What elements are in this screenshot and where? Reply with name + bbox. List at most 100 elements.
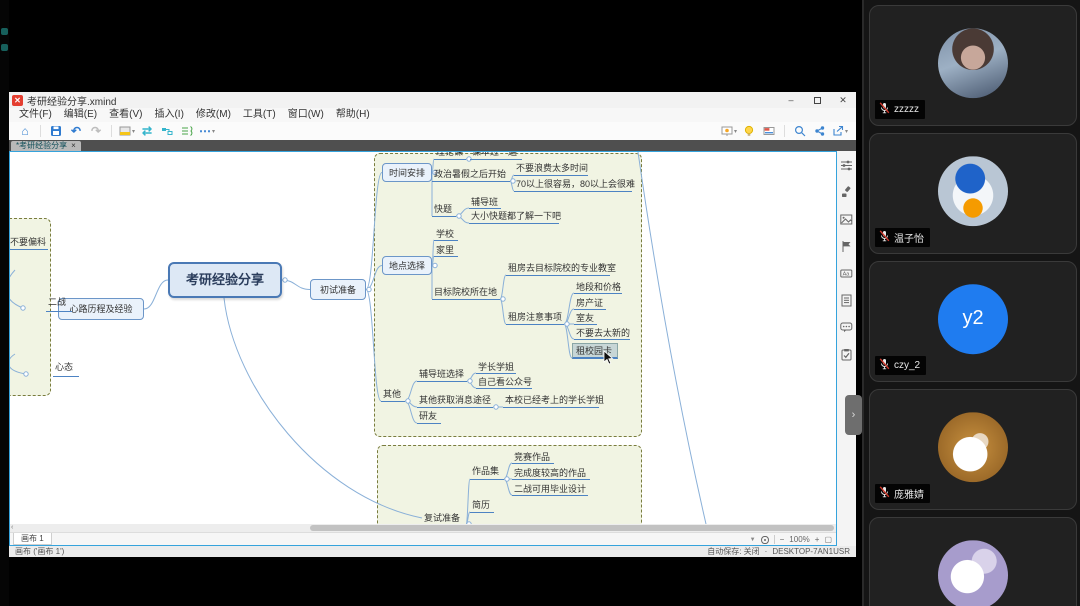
mindmap-topic[interactable]: 自己看公众号: [476, 376, 532, 389]
mindmap-topic[interactable]: 学校: [434, 228, 458, 241]
mindmap-topic[interactable]: 时间安排: [382, 163, 432, 182]
zoom-out-button[interactable]: −: [780, 535, 785, 544]
mic-muted-icon: [879, 358, 890, 373]
tab-close-icon[interactable]: ×: [71, 141, 76, 150]
mindmap-topic[interactable]: 租房注意事项: [506, 311, 564, 325]
sheet-tab[interactable]: 画布 1: [13, 533, 52, 545]
zoom-in-button[interactable]: +: [815, 535, 820, 544]
mindmap-topic[interactable]: 70以上很容易，80以上会很难: [514, 178, 635, 192]
scrollbar-thumb[interactable]: [310, 525, 834, 531]
mindmap-topic[interactable]: 辅导班选择: [417, 368, 467, 382]
save-icon[interactable]: [47, 123, 65, 139]
mindmap-topic[interactable]: 家里: [434, 244, 458, 257]
mindmap-topic[interactable]: 不要浪费太多时间: [514, 162, 588, 176]
menu-item[interactable]: 工具(T): [237, 108, 282, 122]
device-name: DESKTOP-7AN1USR: [772, 547, 850, 556]
marker-icon[interactable]: [840, 240, 853, 253]
mindmap-topic[interactable]: 作品集: [470, 465, 504, 480]
mindmap-topic[interactable]: 房产证: [574, 297, 606, 310]
sheet-icon[interactable]: ▾: [118, 123, 136, 139]
format-painter-icon[interactable]: [840, 186, 853, 199]
mindmap-topic[interactable]: 辅导班: [469, 196, 501, 209]
mindmap-topic[interactable]: 学长学姐: [476, 361, 516, 374]
menu-item[interactable]: 修改(M): [190, 108, 237, 122]
participant-tile[interactable]: 温子怡: [869, 133, 1077, 254]
menu-item[interactable]: 插入(I): [148, 108, 189, 122]
structure-icon[interactable]: ⇄: [138, 123, 156, 139]
mindmap-topic[interactable]: 地点选择: [382, 256, 432, 275]
task-icon[interactable]: [840, 348, 853, 361]
scroll-left-arrow[interactable]: ‹: [11, 524, 13, 532]
horizontal-scrollbar[interactable]: ‹: [10, 524, 836, 532]
mindmap-topic[interactable]: 考研经验分享: [168, 262, 282, 298]
notes-icon[interactable]: [840, 294, 853, 307]
participant-name-chip: czy_2: [875, 356, 927, 375]
mindmap-topic[interactable]: 复试准备: [422, 512, 466, 524]
pitch-mode-icon[interactable]: [760, 535, 769, 544]
home-icon[interactable]: ⌂: [16, 123, 34, 139]
outline-icon[interactable]: [178, 123, 196, 139]
share-icon[interactable]: [811, 123, 829, 139]
mindmap-topic[interactable]: 大小快题都了解一下吧: [469, 210, 561, 224]
mindmap-topic[interactable]: 本校已经考上的学长学姐: [503, 394, 604, 408]
sheet-filter-icon[interactable]: ▼: [750, 537, 756, 543]
participant-tile[interactable]: zzzzz: [869, 5, 1077, 126]
more-icon[interactable]: ⋯ ▾: [198, 123, 216, 139]
search-icon[interactable]: [791, 123, 809, 139]
undo-icon[interactable]: ↶: [67, 123, 85, 139]
mindmap-topic[interactable]: 不要去太新的: [574, 327, 630, 340]
slide-panel-icon[interactable]: [760, 123, 778, 139]
present-icon[interactable]: ▾: [720, 123, 738, 139]
mindmap-topic[interactable]: 目标院校所在地: [432, 286, 500, 300]
mindmap-topic[interactable]: 完成度较高的作品: [512, 467, 590, 480]
participant-tile[interactable]: y2 czy_2: [869, 261, 1077, 382]
minimize-button[interactable]: –: [778, 92, 804, 108]
format-icon[interactable]: [840, 159, 853, 172]
participant-tile[interactable]: 庞雅婧: [869, 389, 1077, 510]
maximize-icon: [813, 97, 821, 105]
mindmap-topic[interactable]: 研友: [417, 410, 441, 424]
screen-left-strip: [0, 0, 9, 606]
redo-icon[interactable]: ↷: [87, 123, 105, 139]
mindmap-topic[interactable]: 其他获取消息途径: [417, 394, 493, 408]
window-titlebar: ✕ 考研经验分享.xmind – ✕: [9, 92, 856, 108]
mindmap-topic[interactable]: 心态: [53, 361, 79, 377]
participant-tile[interactable]: [869, 517, 1077, 606]
statusbar-separator: ·: [764, 547, 768, 556]
panel-collapse-handle[interactable]: ›: [845, 395, 862, 435]
mindmap-topic[interactable]: 初试准备: [310, 279, 366, 300]
mindmap-topic[interactable]: 政治暑假之后开始: [432, 168, 510, 182]
mindmap-topic[interactable]: 室友: [574, 312, 597, 325]
menu-item[interactable]: 查看(V): [103, 108, 148, 122]
mouse-cursor: [603, 350, 614, 365]
mindmap-topic[interactable]: 二战: [46, 296, 72, 312]
mindmap-topic[interactable]: 竞赛作品: [512, 451, 554, 464]
editor-area: 考研经验分享 心路历程及经验 初试准备 时间安排 理论课 课本过一遍 政治暑假之后开始 不要浪…: [9, 151, 837, 546]
menu-item[interactable]: 文件(F): [13, 108, 58, 122]
window-title: 考研经验分享.xmind: [27, 96, 117, 108]
menu-item[interactable]: 帮助(H): [330, 108, 376, 122]
mindmap-topic[interactable]: 理论课: [434, 152, 466, 160]
fit-window-icon[interactable]: ▢: [824, 535, 832, 544]
mindmap-topic[interactable]: 租房去目标院校的专业教室: [506, 262, 616, 276]
maximize-button[interactable]: [804, 92, 830, 108]
mindmap-topic[interactable]: 课本过一遍: [470, 152, 522, 160]
label-icon[interactable]: Aa: [840, 267, 853, 280]
mindmap-canvas[interactable]: 考研经验分享 心路历程及经验 初试准备 时间安排 理论课 课本过一遍 政治暑假之后开始 不要浪…: [10, 152, 836, 524]
close-button[interactable]: ✕: [830, 92, 856, 108]
map-style-icon[interactable]: [158, 123, 176, 139]
mindmap-topic[interactable]: 二战可用毕业设计: [512, 483, 588, 496]
sheetbar: 画布 1 ▼ − 100% + ▢: [10, 532, 836, 545]
idea-icon[interactable]: [740, 123, 758, 139]
export-icon[interactable]: ▾: [831, 123, 849, 139]
menu-item[interactable]: 窗口(W): [282, 108, 330, 122]
comment-icon[interactable]: [840, 321, 853, 334]
mindmap-topic[interactable]: 简历: [470, 499, 494, 513]
mindmap-topic[interactable]: 不要偏科: [10, 236, 48, 250]
menu-item[interactable]: 编辑(E): [58, 108, 103, 122]
insert-image-icon[interactable]: [840, 213, 853, 226]
mindmap-topic[interactable]: 其他: [381, 388, 405, 402]
mindmap-topic[interactable]: 快题: [432, 203, 456, 217]
mindmap-topic[interactable]: 地段和价格: [574, 281, 622, 294]
document-tab[interactable]: *考研经验分享 ×: [11, 141, 81, 151]
